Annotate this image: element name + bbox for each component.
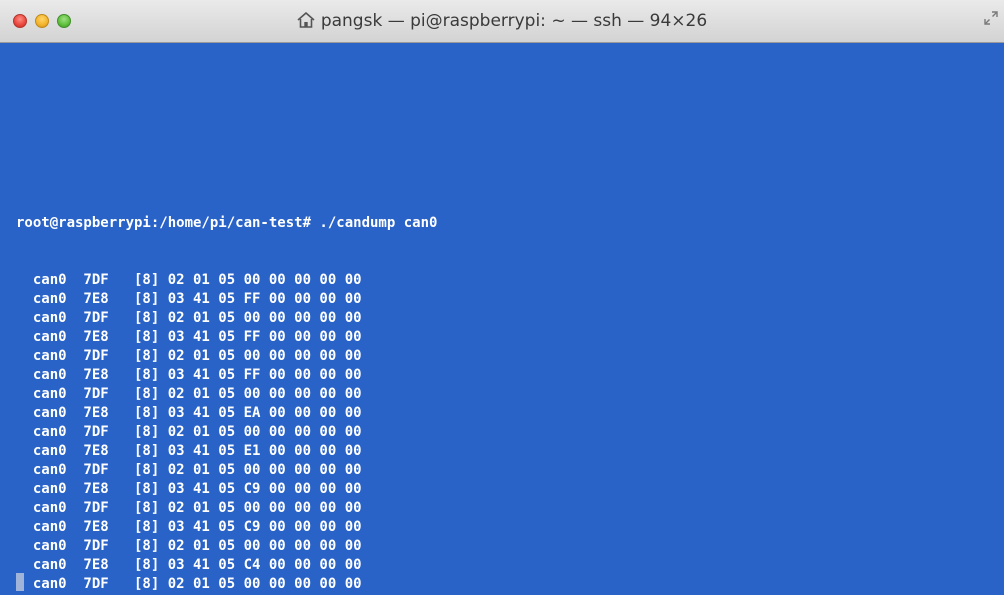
terminal-output-area[interactable]: root@raspberrypi:/home/pi/can-test# ./ca… [0, 43, 1004, 595]
can-frame-line: can0 7DF [8] 02 01 05 00 00 00 00 00 [16, 310, 362, 326]
window-title-container: pangsk — pi@raspberrypi: ~ — ssh — 94×26 [0, 11, 1004, 31]
can-frame-line: can0 7DF [8] 02 01 05 00 00 00 00 00 [16, 386, 362, 402]
can-frame-line: can0 7E8 [8] 03 41 05 C9 00 00 00 00 [16, 481, 362, 497]
can-frame-line: can0 7E8 [8] 03 41 05 EA 00 00 00 00 [16, 405, 362, 421]
can-frame-line: can0 7DF [8] 02 01 05 00 00 00 00 00 [16, 500, 362, 516]
text-cursor [16, 573, 24, 591]
can-frame-line: can0 7E8 [8] 03 41 05 FF 00 00 00 00 [16, 367, 362, 383]
can-frame-line: can0 7DF [8] 02 01 05 00 00 00 00 00 [16, 424, 362, 440]
terminal-lines: root@raspberrypi:/home/pi/can-test# ./ca… [16, 176, 437, 595]
can-frame-line: can0 7DF [8] 02 01 05 00 00 00 00 00 [16, 538, 362, 554]
can-frame-line: can0 7DF [8] 02 01 05 00 00 00 00 00 [16, 462, 362, 478]
fullscreen-icon[interactable] [984, 11, 998, 25]
can-frame-line: can0 7DF [8] 02 01 05 00 00 00 00 00 [16, 272, 362, 288]
command-prompt-line: root@raspberrypi:/home/pi/can-test# ./ca… [16, 215, 438, 231]
can-frame-line: can0 7E8 [8] 03 41 05 E1 00 00 00 00 [16, 443, 362, 459]
home-icon [297, 12, 315, 28]
terminal-window: pangsk — pi@raspberrypi: ~ — ssh — 94×26… [0, 0, 1004, 595]
can-frame-line: can0 7DF [8] 02 01 05 00 00 00 00 00 [16, 348, 362, 364]
can-frame-line: can0 7E8 [8] 03 41 05 C9 00 00 00 00 [16, 519, 362, 535]
window-title: pangsk — pi@raspberrypi: ~ — ssh — 94×26 [320, 11, 708, 31]
title-bar[interactable]: pangsk — pi@raspberrypi: ~ — ssh — 94×26 [0, 0, 1004, 43]
can-frame-line: can0 7DF [8] 02 01 05 00 00 00 00 00 [16, 576, 362, 592]
can-frame-line: can0 7E8 [8] 03 41 05 FF 00 00 00 00 [16, 329, 362, 345]
can-frame-line: can0 7E8 [8] 03 41 05 FF 00 00 00 00 [16, 291, 362, 307]
can-frame-line: can0 7E8 [8] 03 41 05 C4 00 00 00 00 [16, 557, 362, 573]
